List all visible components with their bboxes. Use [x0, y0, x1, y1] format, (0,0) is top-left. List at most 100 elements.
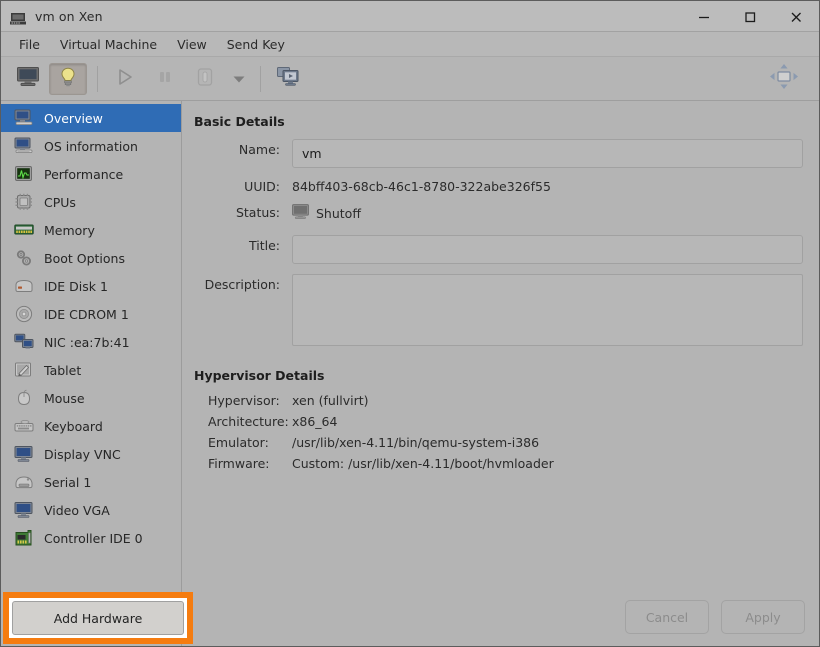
shutdown-menu-button[interactable]: [226, 63, 252, 95]
sidebar-item-os-information[interactable]: OS information: [1, 132, 181, 160]
sidebar-item-overview[interactable]: Overview: [1, 104, 181, 132]
monitor-icon: [16, 66, 40, 91]
computer-icon: [14, 109, 34, 127]
sidebar-item-label: Controller IDE 0: [44, 531, 143, 546]
title-row: Title:: [194, 235, 803, 264]
network-icon: [14, 333, 34, 351]
name-label: Name:: [194, 139, 292, 157]
controller-icon: [14, 529, 34, 547]
snapshots-icon: [276, 66, 300, 91]
title-input[interactable]: [292, 235, 803, 264]
show-console-button[interactable]: [9, 63, 47, 95]
apply-button[interactable]: Apply: [721, 600, 805, 634]
run-button[interactable]: [106, 63, 144, 95]
sidebar-item-serial-1[interactable]: Serial 1: [1, 468, 181, 496]
minimize-icon[interactable]: [681, 1, 727, 32]
sidebar-item-cpus[interactable]: CPUs: [1, 188, 181, 216]
shutdown-button[interactable]: [186, 63, 224, 95]
details-pane: Basic Details Name: vm UUID: 84bff403-68…: [182, 101, 819, 588]
bottom-bar: Add Hardware Cancel Apply: [1, 588, 819, 646]
status-value: Shutoff: [316, 206, 361, 221]
architecture-value: x86_64: [292, 414, 337, 429]
mouse-icon: [14, 389, 34, 407]
firmware-row: Firmware: Custom: /usr/lib/xen-4.11/boot…: [194, 456, 803, 471]
close-icon[interactable]: [773, 1, 819, 32]
sidebar-item-label: CPUs: [44, 195, 76, 210]
menu-virtual-machine[interactable]: Virtual Machine: [51, 35, 166, 54]
sidebar-item-label: Overview: [44, 111, 103, 126]
hypervisor-value: xen (fullvirt): [292, 393, 369, 408]
toolbar-right-group: [765, 57, 805, 101]
toolbar-separator: [97, 66, 98, 92]
menu-send-key[interactable]: Send Key: [218, 35, 294, 54]
lightbulb-icon: [57, 66, 79, 92]
status-badge: Shutoff: [292, 202, 361, 223]
title-bar: vm on Xen: [1, 1, 819, 32]
os-info-icon: [14, 137, 34, 155]
name-input[interactable]: vm: [292, 139, 803, 168]
sidebar-item-memory[interactable]: Memory: [1, 216, 181, 244]
basic-details-title: Basic Details: [194, 114, 803, 129]
description-row: Description:: [194, 274, 803, 346]
serial-icon: [14, 473, 34, 491]
sidebar-item-label: Tablet: [44, 363, 81, 378]
hardware-list[interactable]: Overview OS information: [1, 104, 181, 588]
sidebar-item-boot-options[interactable]: Boot Options: [1, 244, 181, 272]
uuid-row: UUID: 84bff403-68cb-46c1-8780-322abe326f…: [194, 176, 803, 194]
sidebar-item-label: Keyboard: [44, 419, 103, 434]
pause-button[interactable]: [146, 63, 184, 95]
add-hardware-button[interactable]: Add Hardware: [12, 601, 184, 635]
fullscreen-button[interactable]: [765, 63, 803, 95]
sidebar-item-label: NIC :ea:7b:41: [44, 335, 130, 350]
menu-bar: File Virtual Machine View Send Key: [1, 32, 819, 57]
uuid-label: UUID:: [194, 176, 292, 194]
sidebar-item-ide-cdrom-1[interactable]: IDE CDROM 1: [1, 300, 181, 328]
name-row: Name: vm: [194, 139, 803, 168]
sidebar-item-label: Boot Options: [44, 251, 125, 266]
architecture-row: Architecture: x86_64: [194, 414, 803, 429]
sidebar-item-display-vnc[interactable]: Display VNC: [1, 440, 181, 468]
memory-icon: [14, 221, 34, 239]
sidebar-item-label: Serial 1: [44, 475, 91, 490]
details-scroll-area: Basic Details Name: vm UUID: 84bff403-68…: [182, 101, 819, 588]
hypervisor-details-section: Hypervisor Details Hypervisor: xen (full…: [194, 368, 803, 471]
tablet-icon: [14, 361, 34, 379]
add-hardware-area: Add Hardware: [1, 588, 182, 646]
shutoff-monitor-icon: [292, 204, 309, 223]
snapshots-button[interactable]: [269, 63, 307, 95]
content-area: Overview OS information: [1, 101, 819, 588]
toolbar-separator-2: [260, 66, 261, 92]
sidebar-item-label: IDE CDROM 1: [44, 307, 129, 322]
hardware-sidebar: Overview OS information: [1, 101, 182, 588]
sidebar-item-label: Memory: [44, 223, 95, 238]
sidebar-item-video-vga[interactable]: Video VGA: [1, 496, 181, 524]
sidebar-item-label: OS information: [44, 139, 138, 154]
title-label: Title:: [194, 235, 292, 253]
sidebar-item-controller-ide-0[interactable]: Controller IDE 0: [1, 524, 181, 552]
architecture-label: Architecture:: [194, 414, 292, 429]
firmware-label: Firmware:: [194, 456, 292, 471]
sidebar-item-nic[interactable]: NIC :ea:7b:41: [1, 328, 181, 356]
sidebar-item-mouse[interactable]: Mouse: [1, 384, 181, 412]
play-icon: [115, 67, 135, 91]
performance-icon: [14, 165, 34, 183]
dialog-footer: Cancel Apply: [182, 588, 819, 646]
sidebar-item-tablet[interactable]: Tablet: [1, 356, 181, 384]
toolbar: [1, 57, 819, 101]
description-textarea[interactable]: [292, 274, 803, 346]
virt-manager-window: vm on Xen File Virtual Machine View Send…: [0, 0, 820, 647]
menu-view[interactable]: View: [168, 35, 216, 54]
firmware-value: Custom: /usr/lib/xen-4.11/boot/hvmloader: [292, 456, 554, 471]
status-row: Status: Shutoff: [194, 202, 803, 223]
maximize-icon[interactable]: [727, 1, 773, 32]
uuid-value: 84bff403-68cb-46c1-8780-322abe326f55: [292, 176, 551, 194]
emulator-label: Emulator:: [194, 435, 292, 450]
menu-file[interactable]: File: [10, 35, 49, 54]
show-details-button[interactable]: [49, 63, 87, 95]
keyboard-icon: [14, 417, 34, 435]
sidebar-item-keyboard[interactable]: Keyboard: [1, 412, 181, 440]
sidebar-item-performance[interactable]: Performance: [1, 160, 181, 188]
cancel-button[interactable]: Cancel: [625, 600, 709, 634]
sidebar-item-ide-disk-1[interactable]: IDE Disk 1: [1, 272, 181, 300]
computer-icon: [10, 10, 26, 23]
